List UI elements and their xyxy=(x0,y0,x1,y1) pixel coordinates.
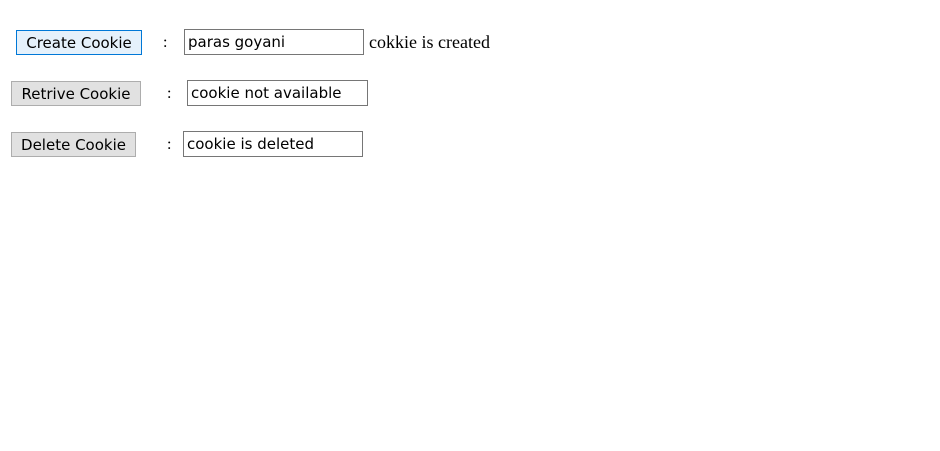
create-cookie-separator: : xyxy=(163,34,168,51)
retrieve-cookie-separator: : xyxy=(167,85,172,102)
delete-cookie-separator: : xyxy=(167,136,172,153)
create-cookie-status-text: cokkie is created xyxy=(369,32,490,52)
create-cookie-button[interactable]: Create Cookie xyxy=(16,30,142,55)
retrieve-cookie-button[interactable]: Retrive Cookie xyxy=(11,81,141,106)
delete-cookie-input[interactable] xyxy=(183,131,363,157)
create-cookie-input[interactable] xyxy=(184,29,364,55)
retrieve-cookie-input[interactable] xyxy=(187,80,368,106)
delete-cookie-button[interactable]: Delete Cookie xyxy=(11,132,136,157)
